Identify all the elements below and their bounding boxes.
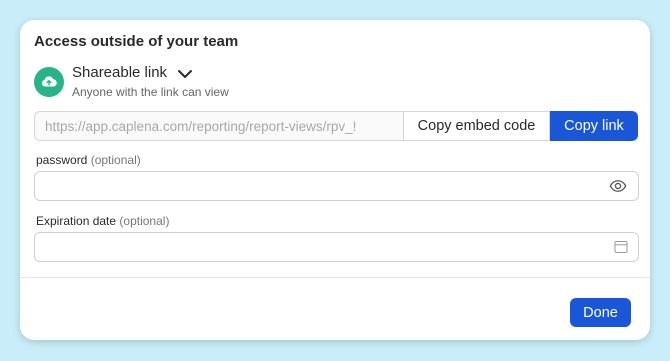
password-label-text: password (36, 153, 88, 167)
share-description: Anyone with the link can view (72, 85, 229, 99)
share-type-label: Shareable link (72, 63, 168, 81)
share-dialog: Access outside of your team Shareable li… (20, 20, 650, 340)
expiration-date-field (34, 232, 639, 262)
password-input[interactable] (35, 172, 595, 200)
calendar-icon[interactable] (614, 240, 628, 259)
password-label: password (optional) (36, 153, 141, 167)
dialog-title: Access outside of your team (34, 33, 239, 50)
password-field (34, 171, 639, 201)
share-type-dropdown[interactable]: Shareable link (72, 61, 193, 83)
expiration-date-input[interactable] (35, 233, 595, 261)
copy-link-button[interactable]: Copy link (550, 111, 638, 141)
cloud-upload-icon (34, 67, 64, 97)
expiration-label-text: Expiration date (36, 214, 117, 228)
chevron-down-icon[interactable] (177, 69, 193, 79)
password-optional-hint: (optional) (90, 153, 141, 167)
share-link-input[interactable] (34, 111, 403, 141)
done-button[interactable]: Done (570, 298, 631, 327)
eye-icon[interactable] (608, 177, 628, 200)
expiration-optional-hint: (optional) (119, 214, 170, 228)
expiration-label: Expiration date (optional) (36, 214, 169, 228)
footer-divider (20, 277, 650, 278)
copy-embed-code-button[interactable]: Copy embed code (403, 111, 550, 141)
share-link-row: Copy embed code Copy link (34, 111, 639, 141)
